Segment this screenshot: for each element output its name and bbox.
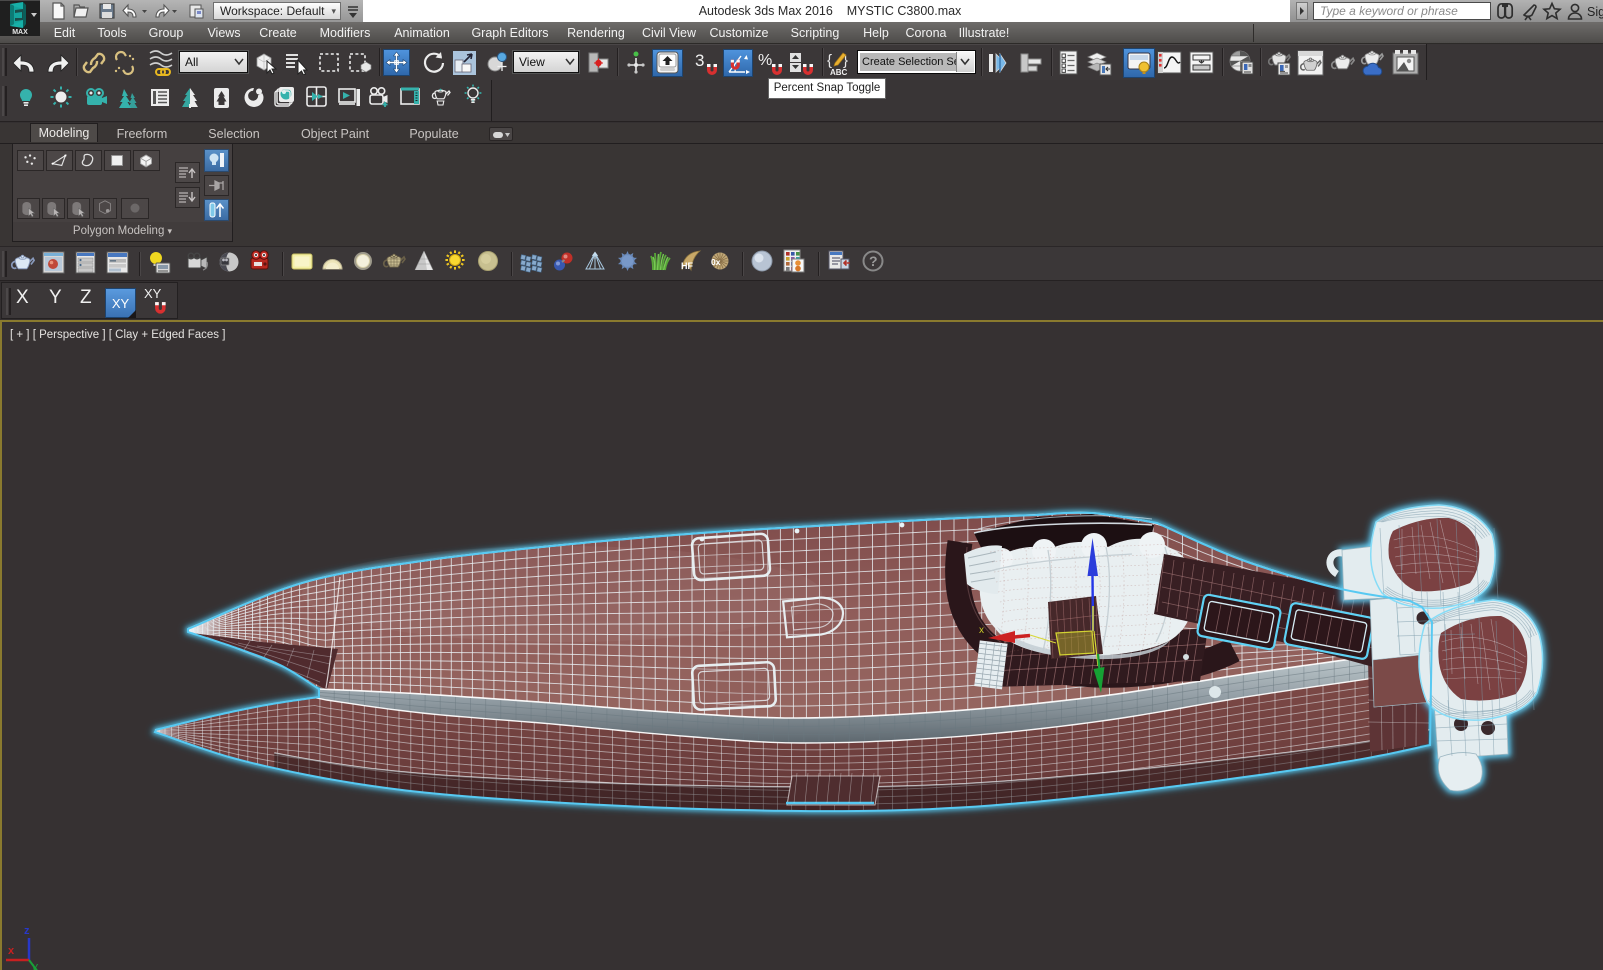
svg-text:x: x <box>979 625 984 636</box>
svg-text:3: 3 <box>695 51 704 70</box>
svg-text:HF: HF <box>681 261 693 271</box>
svg-text:Sig: Sig <box>1587 5 1603 19</box>
svg-text:?: ? <box>869 253 878 269</box>
svg-text:ABC: ABC <box>830 68 848 77</box>
svg-text:0x: 0x <box>711 257 721 267</box>
svg-text:%: % <box>758 52 772 69</box>
svg-text:z: z <box>24 925 30 937</box>
svg-text:MAX: MAX <box>12 29 28 36</box>
svg-text:y: y <box>31 961 39 970</box>
svg-text:{: { <box>827 52 832 69</box>
svg-text:x: x <box>8 945 15 957</box>
